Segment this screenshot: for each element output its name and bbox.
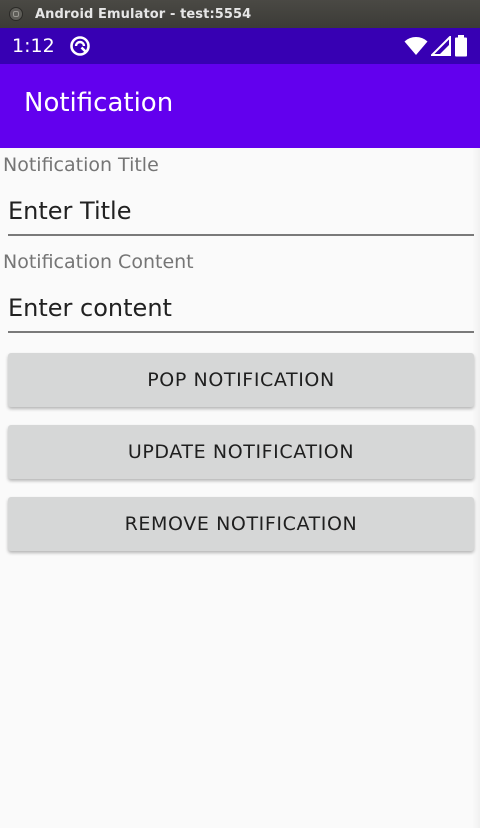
- pop-notification-button[interactable]: POP NOTIFICATION: [8, 353, 474, 407]
- app-bar-title: Notification: [24, 88, 174, 118]
- emulator-window-titlebar: Android Emulator - test:5554: [0, 0, 480, 28]
- notification-title-input[interactable]: [8, 192, 474, 236]
- edge-shadow: [472, 148, 480, 828]
- notification-content-input[interactable]: [8, 289, 474, 333]
- status-bar: 1:12: [0, 28, 480, 64]
- status-icons: [404, 35, 468, 57]
- window-title: Android Emulator - test:5554: [35, 6, 252, 22]
- update-notification-button[interactable]: UPDATE NOTIFICATION: [8, 425, 474, 479]
- wifi-icon: [404, 37, 428, 55]
- window-close-icon[interactable]: [9, 7, 23, 21]
- remove-notification-button[interactable]: REMOVE NOTIFICATION: [8, 497, 474, 551]
- notification-title-label: Notification Title: [3, 154, 159, 176]
- signal-icon: [431, 36, 451, 56]
- battery-icon: [455, 35, 467, 57]
- status-time: 1:12: [12, 35, 55, 57]
- notification-content-label: Notification Content: [3, 251, 194, 273]
- app-notification-icon: [69, 36, 90, 56]
- app-bar: Notification: [0, 64, 480, 148]
